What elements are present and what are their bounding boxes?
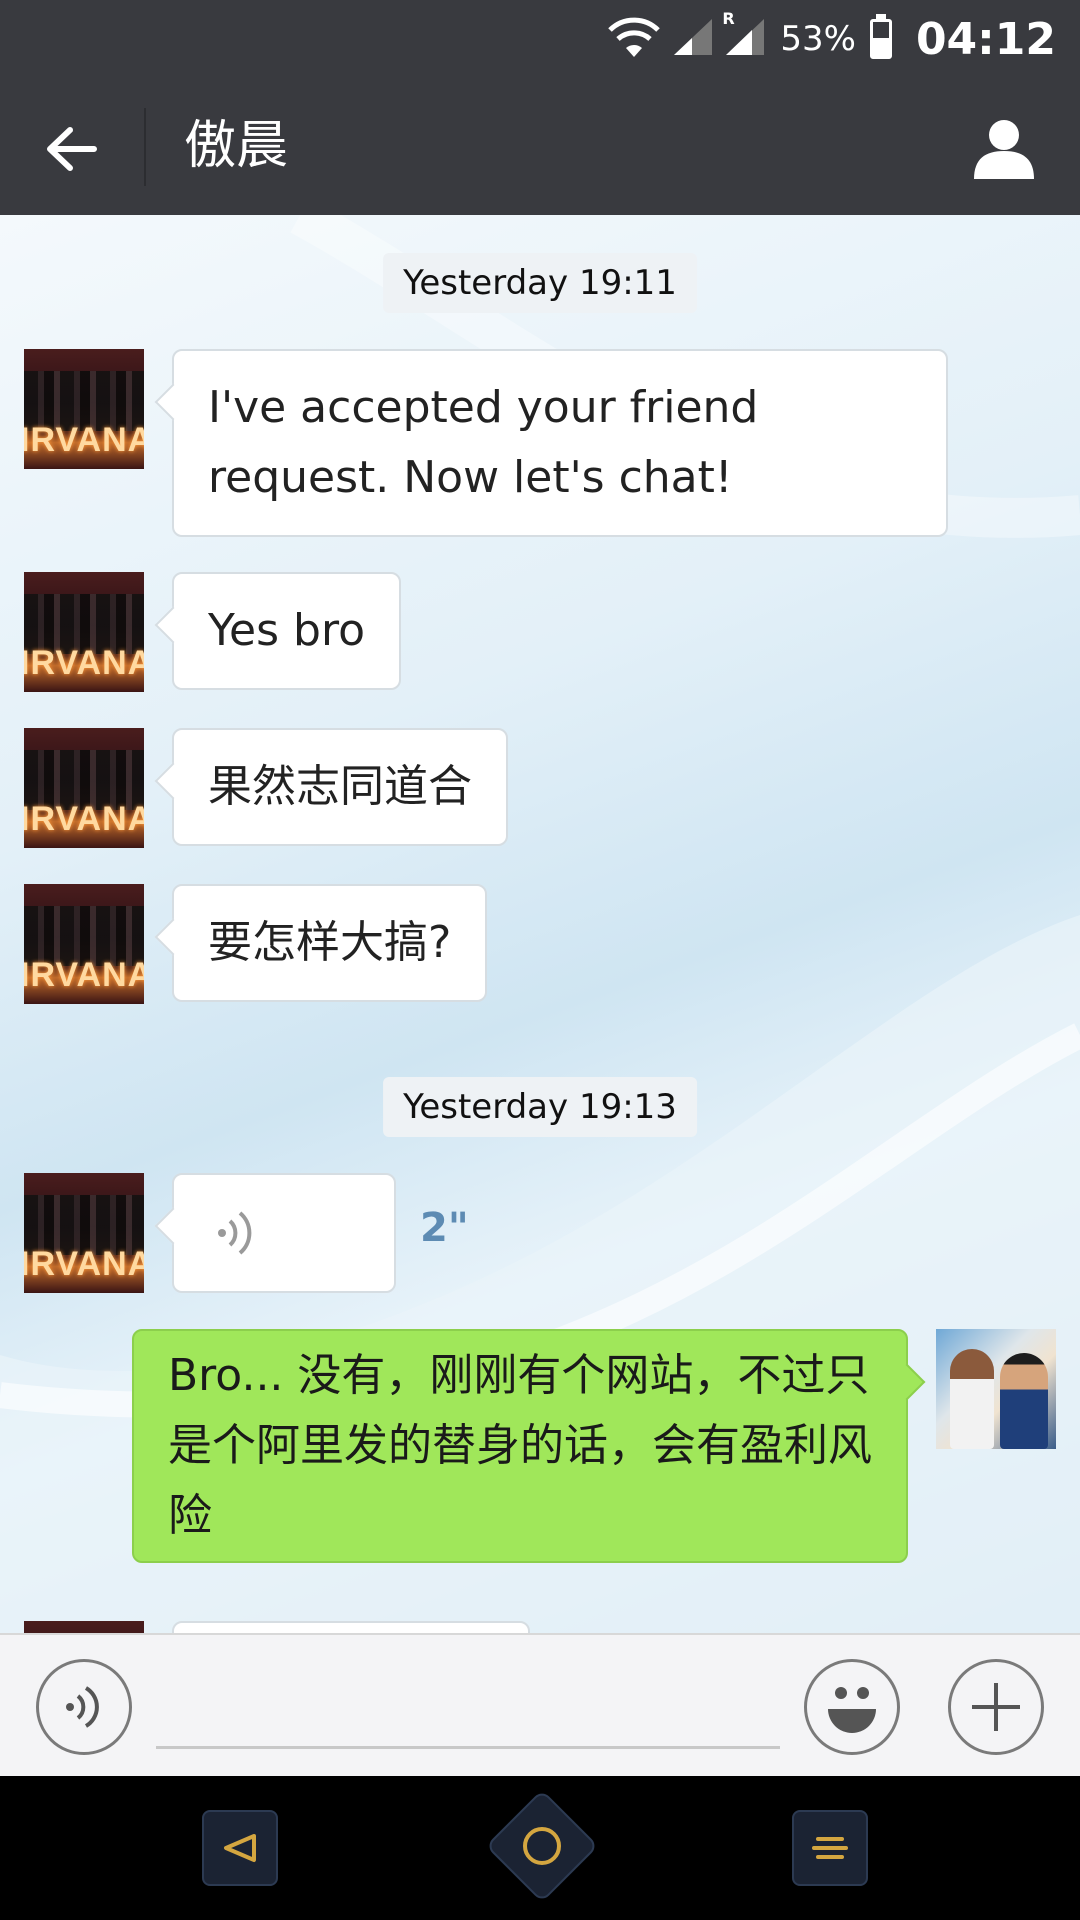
emoji-button[interactable] <box>804 1659 900 1755</box>
nav-menu-icon <box>812 1837 848 1859</box>
friend-avatar-partial[interactable] <box>24 1621 144 1633</box>
voice-message-bubble[interactable] <box>172 1173 396 1293</box>
friend-avatar[interactable]: IRVANA <box>24 728 144 848</box>
nav-back-icon <box>224 1834 256 1862</box>
wifi-icon <box>606 15 662 63</box>
plus-icon <box>972 1683 1020 1731</box>
nav-menu-button[interactable] <box>792 1810 868 1886</box>
chat-area[interactable]: Yesterday 19:11 IRVANA I've accepted you… <box>0 215 1080 1633</box>
profile-button[interactable] <box>964 108 1044 188</box>
avatar-sign-text: IRVANA <box>24 956 144 994</box>
message-bubble[interactable]: Yes bro <box>172 572 401 690</box>
timestamp: Yesterday 19:11 <box>383 253 697 313</box>
message-bubble[interactable]: I've accepted your friend request. Now l… <box>172 349 948 537</box>
message-bubble-partial[interactable] <box>172 1621 530 1633</box>
friend-avatar[interactable]: IRVANA <box>24 349 144 469</box>
roaming-indicator: R <box>722 9 735 28</box>
friend-avatar[interactable]: IRVANA <box>24 884 144 1004</box>
avatar-sign-text: IRVANA <box>24 1245 144 1283</box>
friend-avatar[interactable]: IRVANA <box>24 572 144 692</box>
nav-home-icon <box>523 1827 561 1865</box>
avatar-sign-text: IRVANA <box>24 644 144 682</box>
status-icons: R 53% 04:12 <box>606 0 1056 78</box>
battery-icon <box>869 14 892 59</box>
voice-duration: 2" <box>420 1205 469 1251</box>
smiley-icon <box>828 1687 876 1733</box>
friend-avatar[interactable]: IRVANA <box>24 1173 144 1293</box>
chat-header: 傲晨 <box>0 78 1080 215</box>
voice-play-icon <box>218 1211 252 1255</box>
arrow-left-icon <box>47 127 97 171</box>
status-bar: R 53% 04:12 <box>0 0 1080 78</box>
timestamp: Yesterday 19:13 <box>383 1077 697 1137</box>
battery-level-fill <box>872 37 889 56</box>
clock: 04:12 <box>915 13 1056 65</box>
my-avatar[interactable] <box>936 1329 1056 1449</box>
avatar-sign-text: IRVANA <box>24 800 144 838</box>
system-nav-bar <box>0 1776 1080 1920</box>
message-bubble[interactable]: 要怎样大搞? <box>172 884 488 1002</box>
my-message-bubble[interactable]: Bro... 没有，刚刚有个网站，不过只是个阿里发的替身的话，会有盈利风险 <box>132 1329 908 1563</box>
avatar-sign-text: IRVANA <box>24 421 144 459</box>
header-divider <box>144 108 146 186</box>
nav-back-button[interactable] <box>202 1810 278 1886</box>
voice-input-button[interactable] <box>36 1659 132 1755</box>
chat-title: 傲晨 <box>184 116 289 176</box>
signal-icon <box>672 17 714 61</box>
message-input[interactable] <box>156 1665 780 1749</box>
message-bubble[interactable]: 果然志同道合 <box>172 728 508 846</box>
input-bar <box>0 1633 1080 1776</box>
person-icon <box>974 120 1034 179</box>
battery-percent: 53% <box>780 19 856 59</box>
back-button[interactable] <box>36 114 106 184</box>
signal-roaming-icon: R <box>722 9 766 61</box>
voice-input-icon <box>66 1686 99 1728</box>
more-button[interactable] <box>948 1659 1044 1755</box>
